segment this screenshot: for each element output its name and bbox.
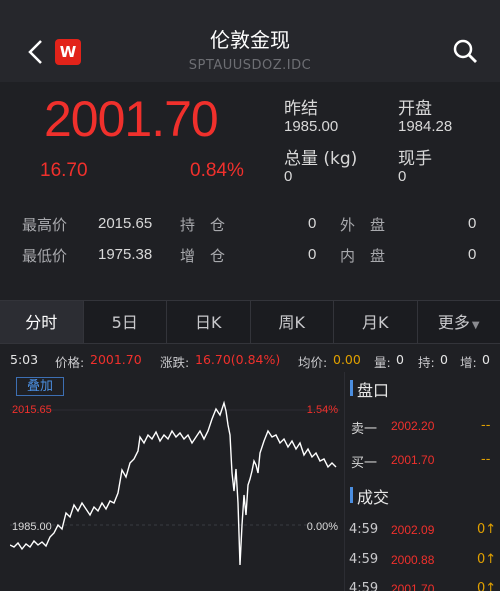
orderbook-panel: 盘口 卖一 2002.20 -- 买一 2001.70 -- 成交 4:59 2… — [344, 372, 500, 591]
strip-vol-label: 量: — [374, 355, 391, 370]
chart-top-pct: 1.54% — [307, 404, 338, 416]
tab-more[interactable]: 更多 ▼ — [418, 301, 500, 343]
buy1-price: 2001.70 — [391, 453, 435, 467]
low-label: 最低价 — [22, 247, 68, 265]
add-value: 0 — [308, 246, 317, 263]
strip-hold: 0 — [440, 352, 448, 367]
page-title: 伦敦金现 — [210, 28, 290, 52]
trade-time: 4:59 — [349, 552, 379, 567]
tab-monthly-k[interactable]: 月K — [334, 301, 418, 343]
chart-top-price: 2015.65 — [12, 404, 52, 416]
tab-daily-k[interactable]: 日K — [167, 301, 251, 343]
strip-hold-label: 持: — [418, 355, 435, 370]
caret-down-icon: ▼ — [471, 320, 480, 331]
chart-base-pct: 0.00% — [307, 521, 338, 533]
intraday-chart[interactable]: 2015.65 1.54% 1985.00 0.00% — [10, 375, 340, 591]
sell1-label: 卖一 — [351, 422, 378, 437]
strip-price-label: 价格: — [55, 355, 85, 370]
strip-avg: 0.00 — [333, 352, 361, 367]
trades-title-bar — [350, 487, 353, 503]
current-price: 2001.70 — [44, 91, 219, 147]
price-change: 16.70 — [40, 160, 88, 181]
volume-label: 总量 (kg) — [284, 149, 358, 169]
high-label: 最高价 — [22, 216, 68, 234]
orderbook-title-bar — [350, 380, 353, 396]
intraday-price-line — [10, 400, 337, 566]
strip-chg: 16.70(0.84%) — [195, 352, 281, 367]
trade-time: 4:59 — [349, 522, 379, 537]
tab-weekly-k[interactable]: 周K — [251, 301, 334, 343]
hold-label: 持 仓 — [180, 216, 226, 234]
trade-qty: 0↑ — [477, 581, 497, 591]
trade-time: 4:59 — [349, 581, 379, 591]
trade-qty: 0↑ — [477, 522, 497, 537]
tab-more-label: 更多 — [437, 313, 470, 332]
strip-time: 5:03 — [10, 352, 39, 367]
search-icon[interactable] — [452, 38, 478, 64]
tab-5day[interactable]: 5日 — [84, 301, 167, 343]
trade-qty: 0↑ — [477, 552, 497, 567]
inner-label: 内 盘 — [340, 247, 386, 265]
outer-value: 0 — [468, 215, 477, 232]
strip-avg-label: 均价: — [298, 355, 328, 370]
overlay-button[interactable]: 叠加 — [16, 377, 64, 396]
low-value: 1975.38 — [98, 246, 153, 263]
trade-price: 2002.09 — [391, 523, 435, 537]
strip-add: 0 — [482, 352, 490, 367]
trade-price: 2000.88 — [391, 553, 435, 567]
add-label: 增 仓 — [180, 247, 226, 265]
high-value: 2015.65 — [98, 215, 153, 232]
strip-vol: 0 — [396, 352, 404, 367]
open-value: 1984.28 — [398, 118, 453, 135]
inner-value: 0 — [468, 246, 477, 263]
buy1-qty: -- — [481, 452, 491, 467]
sell1-qty: -- — [481, 418, 491, 433]
chart-base-price: 1985.00 — [12, 521, 52, 533]
orderbook-title: 盘口 — [357, 381, 390, 400]
tab-intraday[interactable]: 分时 — [0, 301, 84, 343]
strip-price: 2001.70 — [90, 352, 142, 367]
trade-price: 2001.70 — [391, 582, 435, 591]
strip-chg-label: 涨跌: — [160, 355, 190, 370]
prev-close-value: 1985.00 — [284, 118, 339, 135]
outer-label: 外 盘 — [340, 216, 386, 234]
symbol-code: SPTAUUSDOZ.IDC — [188, 58, 312, 73]
buy1-label: 买一 — [351, 456, 378, 471]
hand-label: 现手 — [398, 149, 432, 169]
prev-close-label: 昨结 — [284, 99, 318, 119]
hand-value: 0 — [398, 168, 407, 185]
volume-value: 0 — [284, 168, 293, 185]
app-header: W 伦敦金现 SPTAUUSDOZ.IDC — [0, 0, 500, 82]
chart-period-tabs: 分时 5日 日K 周K 月K 更多 ▼ — [0, 300, 500, 344]
chart-info-strip: 5:03 价格: 2001.70 涨跌: 16.70(0.84%) 均价: 0.… — [0, 348, 500, 372]
hold-value: 0 — [308, 215, 317, 232]
strip-add-label: 增: — [460, 355, 477, 370]
sell1-price: 2002.20 — [391, 419, 435, 433]
trades-title: 成交 — [357, 488, 390, 507]
open-label: 开盘 — [398, 99, 432, 119]
price-change-percent: 0.84% — [190, 160, 244, 181]
